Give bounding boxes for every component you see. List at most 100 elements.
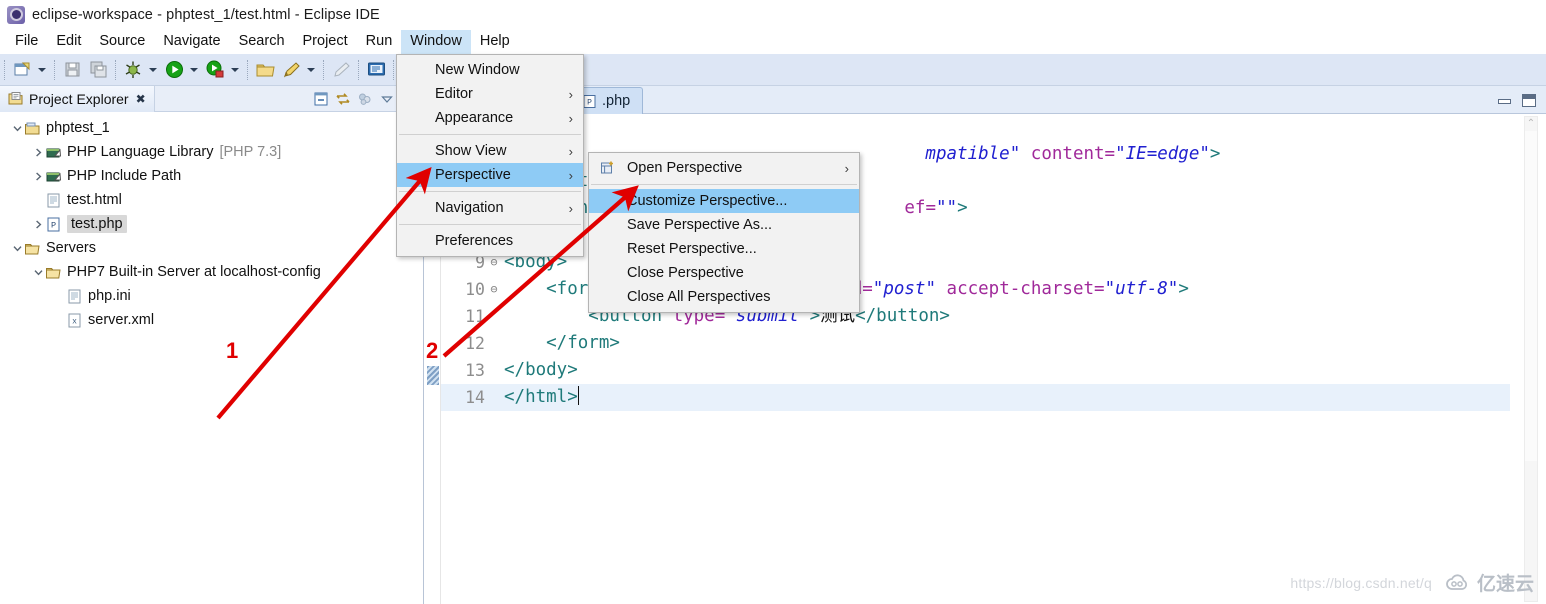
save-icon[interactable] (60, 58, 84, 82)
minimize-editor-icon[interactable] (1497, 95, 1510, 106)
code-line[interactable]: 14 </html> (441, 384, 1510, 411)
chevron-right-icon[interactable] (31, 140, 45, 164)
code-text: </html> (501, 384, 579, 411)
window-menu-dropdown[interactable]: New WindowEditor›Appearance›Show View›Pe… (396, 54, 584, 257)
menu-item-label: Perspective (435, 167, 511, 183)
html-file-icon (45, 192, 62, 209)
run-dropdown-chevron-icon[interactable] (187, 58, 200, 82)
menubar-item-edit[interactable]: Edit (47, 30, 90, 54)
menubar-item-source[interactable]: Source (90, 30, 154, 54)
menubar-item-project[interactable]: Project (294, 30, 357, 54)
menu-item-close-all-perspectives[interactable]: Close All Perspectives (589, 285, 859, 309)
fold-toggle-icon[interactable]: ⊖ (487, 276, 501, 303)
menu-bar: File Edit Source Navigate Search Project… (0, 29, 1546, 54)
run-icon[interactable] (162, 58, 186, 82)
tree-item-label: PHP Include Path (67, 168, 181, 184)
menu-item-editor[interactable]: Editor › (397, 82, 583, 106)
menubar-item-window[interactable]: Window (401, 30, 471, 54)
tree-item-test-html[interactable]: test.html (0, 188, 423, 212)
close-icon[interactable]: ✖ (136, 92, 146, 106)
pencil-dropdown-chevron-icon[interactable] (304, 58, 317, 82)
new-dropdown-chevron-icon[interactable] (35, 58, 48, 82)
code-line[interactable]: 4 html> (441, 114, 1510, 141)
code-token: "IE=edge" (1115, 144, 1210, 164)
chevron-down-icon[interactable] (31, 260, 45, 284)
tree-item-servers[interactable]: Servers (0, 236, 423, 260)
menubar-item-navigate[interactable]: Navigate (154, 30, 229, 54)
scroll-up-icon[interactable]: ⌃ (1525, 117, 1537, 131)
tree-item-server-xml[interactable]: xserver.xml (0, 308, 423, 332)
ini-file-icon (66, 288, 83, 305)
tree-item-php-language-library[interactable]: PHP Language Library[PHP 7.3] (0, 140, 423, 164)
tree-item-php-ini[interactable]: php.ini (0, 284, 423, 308)
save-all-icon[interactable] (86, 58, 110, 82)
collapse-all-icon[interactable] (312, 91, 329, 108)
console-icon[interactable] (364, 58, 388, 82)
menu-item-label: Close All Perspectives (627, 289, 770, 305)
maximize-editor-icon[interactable] (1522, 94, 1536, 107)
chevron-right-icon: › (845, 156, 849, 180)
run-server-icon[interactable] (203, 58, 227, 82)
tree-item-php7-built-in-server-at-localhost-config[interactable]: PHP7 Built-in Server at localhost-config (0, 260, 423, 284)
debug-icon[interactable] (121, 58, 145, 82)
chevron-down-icon[interactable] (10, 116, 24, 140)
perspective-submenu[interactable]: Open Perspective› Customize Perspective..… (588, 152, 860, 313)
run-server-dropdown-chevron-icon[interactable] (228, 58, 241, 82)
tree-item-php-include-path[interactable]: PHP Include Path (0, 164, 423, 188)
chevron-right-icon: › (569, 163, 573, 187)
editor-vertical-scrollbar[interactable]: ⌃ (1524, 116, 1538, 602)
watermark: https://blog.csdn.net/q 亿速云 (1290, 569, 1534, 596)
tab-project-explorer[interactable]: Project Explorer ✖ (0, 86, 155, 112)
line-number: 14 (441, 384, 487, 411)
menu-item-label: Show View (435, 143, 506, 159)
menu-item-customize-perspective[interactable]: Customize Perspective... (589, 189, 859, 213)
menu-item-perspective[interactable]: Perspective › (397, 163, 583, 187)
project-explorer-tab-row: Project Explorer ✖ (0, 86, 423, 112)
line-number: 12 (441, 330, 487, 357)
chevron-right-icon[interactable] (31, 212, 45, 236)
tree-item-label: PHP7 Built-in Server at localhost-config (67, 264, 321, 280)
code-token: "post" (873, 279, 936, 299)
menu-item-new-window[interactable]: New Window (397, 58, 583, 82)
chevron-right-icon[interactable] (31, 164, 45, 188)
brush-icon[interactable] (329, 58, 353, 82)
menu-item-open-perspective[interactable]: Open Perspective› (589, 156, 859, 180)
menu-item-label: Editor (435, 86, 473, 102)
menu-item-preferences[interactable]: Preferences (397, 229, 583, 253)
project-icon (24, 120, 41, 137)
menubar-item-file[interactable]: File (6, 30, 47, 54)
text-caret (578, 386, 579, 405)
tree-item-test-php[interactable]: Ptest.php (0, 212, 423, 236)
new-icon[interactable] (10, 58, 34, 82)
code-token: </html> (504, 387, 578, 407)
menu-item-close-perspective[interactable]: Close Perspective (589, 261, 859, 285)
menu-item-label: Reset Perspective... (627, 241, 757, 257)
debug-dropdown-chevron-icon[interactable] (146, 58, 159, 82)
menu-item-label: Close Perspective (627, 265, 744, 281)
menu-item-appearance[interactable]: Appearance› (397, 106, 583, 130)
code-line[interactable]: 12 </form> (441, 330, 1510, 357)
chevron-right-icon: › (569, 82, 573, 106)
menu-item-save-perspective-as[interactable]: Save Perspective As... (589, 213, 859, 237)
tree-item-phptest-1[interactable]: phptest_1 (0, 116, 423, 140)
view-menu-chevron-icon[interactable] (378, 91, 395, 108)
code-line[interactable]: 13</body> (441, 357, 1510, 384)
chevron-down-icon[interactable] (10, 236, 24, 260)
menu-item-navigation[interactable]: Navigation› (397, 196, 583, 220)
menu-item-reset-perspective[interactable]: Reset Perspective... (589, 237, 859, 261)
folder-icon (24, 240, 41, 257)
menubar-item-run[interactable]: Run (357, 30, 402, 54)
eclipse-icon (7, 6, 25, 24)
tree-item-label: PHP Language Library (67, 144, 213, 160)
scrollbar-thumb[interactable] (1525, 131, 1537, 461)
tree-item-label: php.ini (88, 288, 131, 304)
open-folder-icon[interactable] (253, 58, 277, 82)
menubar-item-help[interactable]: Help (471, 30, 519, 54)
menu-item-show-view[interactable]: Show View› (397, 139, 583, 163)
menu-item-label: Save Perspective As... (627, 217, 772, 233)
menubar-item-search[interactable]: Search (230, 30, 294, 54)
view-filter-icon[interactable] (356, 91, 373, 108)
pencil-icon[interactable] (279, 58, 303, 82)
link-with-editor-icon[interactable] (334, 91, 351, 108)
project-tree[interactable]: phptest_1PHP Language Library[PHP 7.3]PH… (0, 112, 423, 604)
